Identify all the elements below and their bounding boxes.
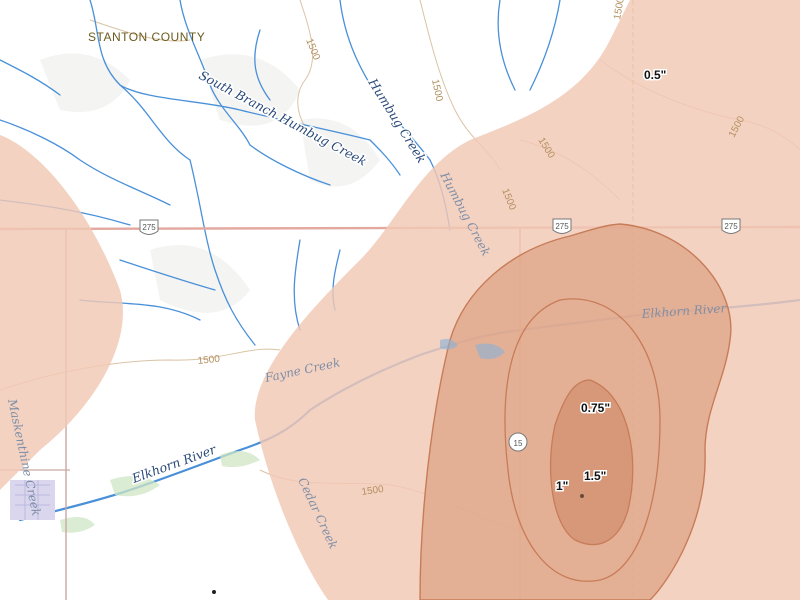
route-shield-us275-west: 275 xyxy=(139,219,159,235)
map-canvas: 275 275 275 15 STANTON COUNTY South Bran… xyxy=(0,0,800,600)
hail-swath-map[interactable]: 275 275 275 15 STANTON COUNTY South Bran… xyxy=(0,0,800,600)
route-shield-label: 15 xyxy=(514,439,523,448)
route-shield-label: 275 xyxy=(142,223,156,232)
hail-size-label-1-5: 1.5" xyxy=(584,469,606,483)
hail-size-label-1: 1" xyxy=(556,479,568,493)
route-shield-label: 275 xyxy=(724,222,738,231)
hail-size-label-0-75: 0.75" xyxy=(581,401,610,415)
route-shield-ne15: 15 xyxy=(508,432,528,452)
route-shield-us275-center: 275 xyxy=(552,218,572,234)
place-point xyxy=(212,590,216,594)
county-label: STANTON COUNTY xyxy=(88,30,205,44)
route-shield-us275-east: 275 xyxy=(721,218,741,234)
hail-size-label-0-5: 0.5" xyxy=(644,68,666,82)
route-shield-label: 275 xyxy=(555,222,569,231)
hail-report-point xyxy=(580,494,584,498)
